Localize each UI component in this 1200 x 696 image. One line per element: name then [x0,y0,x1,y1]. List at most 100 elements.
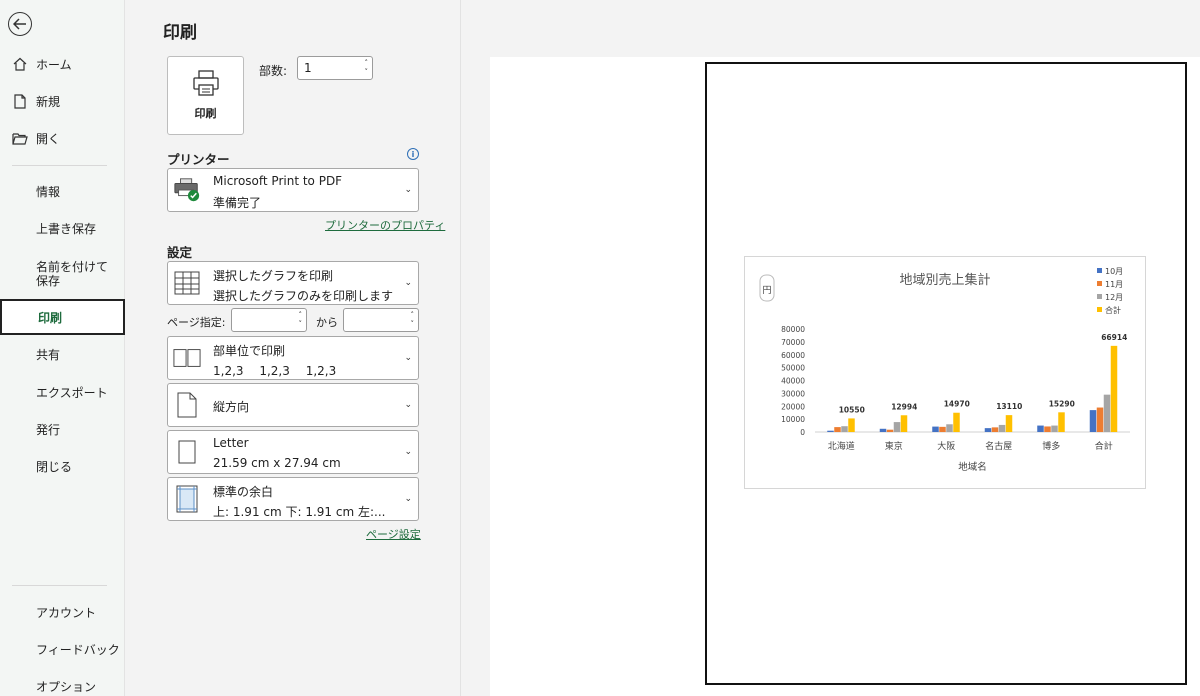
x-tick-label: 大阪 [937,440,955,452]
print-scope-dropdown[interactable]: 選択したグラフを印刷 選択したグラフのみを印刷します ⌄ [167,261,419,305]
stepper-arrows-icon[interactable]: ˄ ˅ [365,59,369,77]
chevron-down-icon: ⌄ [404,400,412,410]
nav-print[interactable]: 印刷 [0,299,125,335]
x-axis-title: 地域名 [958,461,987,473]
nav-open-label: 開く [36,131,61,146]
printer-properties-link[interactable]: プリンターのプロパティ [325,217,445,233]
nav-info[interactable]: 情報 [0,173,125,209]
nav-home[interactable]: ホーム [0,46,125,82]
pages-label: ページ指定: [167,316,226,329]
x-tick-label: 博多 [1042,440,1060,452]
back-arrow-icon[interactable] [8,12,32,36]
bar-11月 [834,427,841,432]
nav-open[interactable]: 開く [0,120,125,156]
nav-export-label: エクスポート [36,385,108,400]
printer-icon [192,70,220,99]
pages-from-input[interactable]: ˄ ˅ [231,308,307,332]
margins-dropdown[interactable]: 標準の余白 上: 1.91 cm 下: 1.91 cm 左:... ⌄ [167,477,419,521]
bar-11月 [1096,407,1104,432]
bar-chart: 地域別売上集計円 0 10000 20000 30000 40000 50000 60000 7… [759,267,1130,473]
data-label: 10550 [839,405,865,414]
collate-dropdown[interactable]: 部単位で印刷 1,2,3 1,2,3 1,2,3 ⌄ [167,336,419,380]
nav-save[interactable]: 上書き保存 [0,210,125,246]
nav-publish[interactable]: 発行 [0,411,125,447]
copies-value: 1 [304,61,312,75]
bar-合計 [953,412,960,432]
nav-account-label: アカウント [36,605,97,620]
nav-publish-label: 発行 [36,422,61,437]
chevron-down-icon: ⌄ [404,447,412,457]
margins-name: 標準の余白 [213,485,274,499]
nav-save-label: 上書き保存 [36,221,97,236]
copies-stepper[interactable]: 1 ˄ ˅ [297,56,373,80]
x-tick-label: 名古屋 [985,440,1012,452]
print-scope-desc: 選択したグラフのみを印刷します [213,289,394,303]
stepper-arrows-icon[interactable]: ˄ ˅ [411,311,415,329]
page-setup-link[interactable]: ページ設定 [366,526,421,542]
nav-home-label: ホーム [36,57,72,72]
paper-icon [173,438,201,466]
stepper-arrows-icon[interactable]: ˄ ˅ [299,311,303,329]
bar-11月 [1044,426,1051,432]
nav-options[interactable]: オプション [0,668,125,696]
print-scope-title: 選択したグラフを印刷 [213,269,334,283]
data-label: 14970 [944,400,970,409]
page-title: 印刷 [163,23,197,43]
print-settings-panel: 印刷 印刷 部数: 1 ˄ ˅ プリンター i Microsoft Print t… [126,0,461,696]
nav-export[interactable]: エクスポート [0,374,125,410]
bar-合計 [848,418,855,432]
legend-swatch [1097,268,1102,273]
chevron-down-icon: ⌄ [404,494,412,504]
legend-label: 10月 [1105,267,1123,276]
orientation-dropdown[interactable]: 縦方向 ⌄ [167,383,419,427]
y-axis-label: 円 [762,285,771,296]
print-button[interactable]: 印刷 [167,56,244,135]
chevron-down-icon: ⌄ [404,353,412,363]
printer-dropdown[interactable]: Microsoft Print to PDF 準備完了 ⌄ [167,168,419,212]
x-tick-label: 北海道 [828,440,855,452]
chart-container: 地域別売上集計円 0 10000 20000 30000 40000 50000 60000 7… [744,256,1146,489]
nav-options-label: オプション [36,679,97,694]
home-icon [12,57,28,71]
nav-account[interactable]: アカウント [0,594,125,630]
bar-10月 [827,430,834,432]
legend-swatch [1097,281,1102,286]
nav-save-as[interactable]: 名前を付けて保存 [0,252,125,296]
chevron-down-icon: ⌄ [404,185,412,195]
legend-swatch [1097,307,1102,312]
collate-icon [173,344,201,372]
y-tick-label: 0 [800,428,805,437]
bar-12月 [946,424,953,432]
portrait-page-icon [173,391,201,419]
paper-size-dropdown[interactable]: Letter 21.59 cm x 27.94 cm ⌄ [167,430,419,474]
paper-size-name: Letter [213,436,249,450]
data-label: 13110 [996,402,1022,411]
nav-close-label: 閉じる [36,459,73,474]
nav-share[interactable]: 共有 [0,336,125,372]
margins-icon [173,485,201,513]
bar-合計 [1110,345,1118,432]
bar-10月 [1089,410,1097,432]
nav-divider [12,165,107,166]
bar-合計 [1058,412,1065,432]
print-button-label: 印刷 [194,107,217,120]
data-label: 12994 [891,402,917,411]
bar-12月 [1103,394,1111,432]
nav-new-label: 新規 [36,94,61,109]
nav-close[interactable]: 閉じる [0,448,125,484]
y-tick-label: 10000 [781,415,805,424]
bar-11月 [939,426,946,432]
margins-values: 上: 1.91 cm 下: 1.91 cm 左:... [213,505,386,519]
info-icon[interactable]: i [407,148,419,160]
open-folder-icon [12,132,28,145]
nav-feedback[interactable]: フィードバック [0,631,125,667]
pages-to-input[interactable]: ˄ ˅ [343,308,419,332]
settings-section-label: 設定 [167,245,193,260]
nav-new[interactable]: 新規 [0,83,125,119]
x-tick-label: 東京 [885,440,903,452]
sheet-grid-icon [173,269,201,297]
data-label: 66914 [1101,333,1127,342]
bar-11月 [886,429,894,432]
bar-12月 [841,426,848,432]
legend-label: 11月 [1105,280,1123,289]
